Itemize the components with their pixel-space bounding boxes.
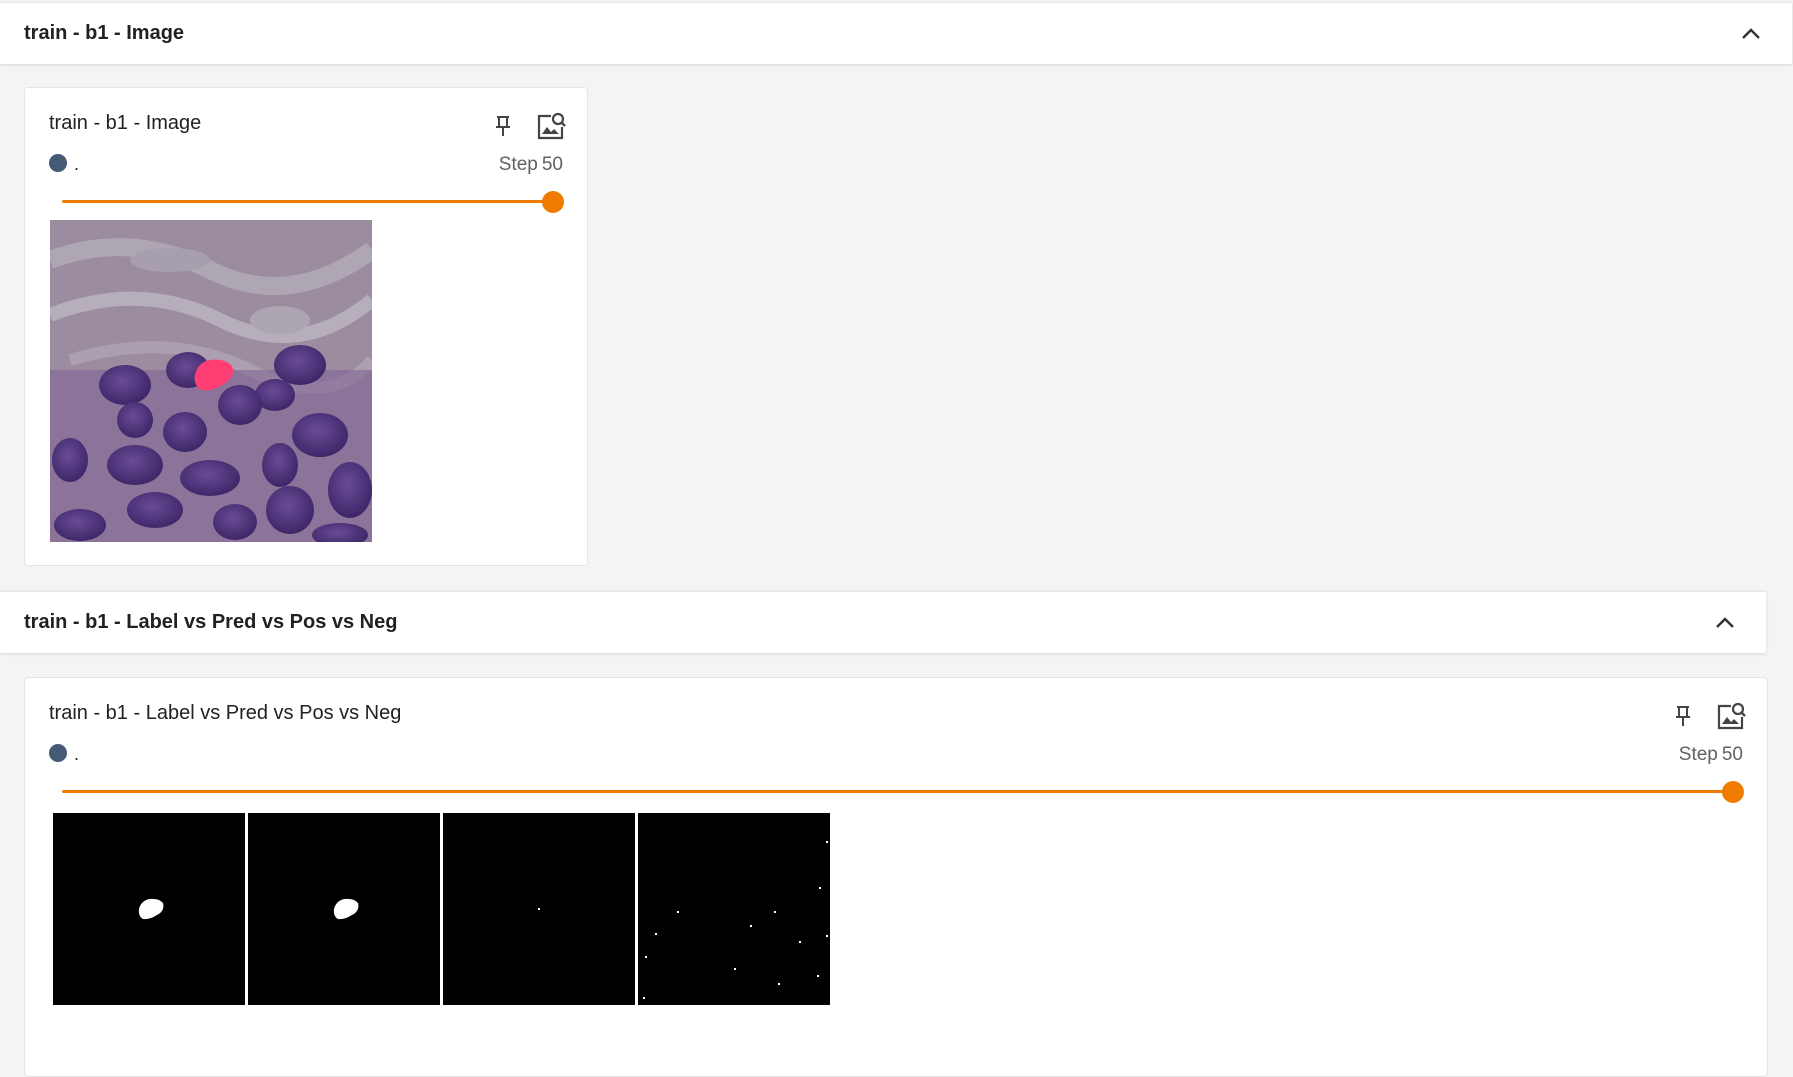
pos-mask [443, 813, 635, 1005]
image-search-icon[interactable] [535, 110, 567, 142]
step-prefix: Step [1678, 744, 1718, 765]
pin-icon[interactable] [1667, 700, 1699, 732]
image-search-icon[interactable] [1715, 700, 1747, 732]
image-card: train - b1 - Image . Step 50 [24, 87, 588, 566]
group-title: train - b1 - Label vs Pred vs Pos vs Neg [24, 611, 398, 633]
step-slider-track[interactable] [62, 790, 1732, 793]
run-name: . [74, 154, 80, 174]
run-color-dot [49, 154, 67, 172]
collapse-chevron-icon[interactable] [1712, 610, 1738, 636]
pin-icon[interactable] [487, 110, 519, 142]
group-header-image[interactable]: train - b1 - Image [0, 2, 1792, 64]
histology-image [50, 220, 372, 542]
pred-mask [248, 813, 440, 1005]
neg-mask [638, 813, 830, 1005]
step-prefix: Step [498, 154, 538, 175]
label-pred-card: train - b1 - Label vs Pred vs Pos vs Neg… [24, 677, 1768, 1077]
card-title: train - b1 - Image [49, 112, 202, 134]
collapse-chevron-icon[interactable] [1738, 21, 1764, 47]
run-name: . [74, 744, 80, 764]
step-value: 50 [541, 154, 563, 175]
run-color-dot [49, 744, 67, 762]
step-value: 50 [1721, 744, 1743, 765]
step-slider-track[interactable] [62, 200, 552, 203]
group-title: train - b1 - Image [24, 22, 185, 44]
card-title: train - b1 - Label vs Pred vs Pos vs Neg [49, 702, 402, 724]
step-label: Step 50 [499, 154, 563, 176]
label-mask [53, 813, 245, 1005]
step-slider-thumb[interactable] [1722, 781, 1744, 803]
step-label: Step 50 [1679, 744, 1743, 766]
group-header-label-vs-pred[interactable]: train - b1 - Label vs Pred vs Pos vs Neg [0, 591, 1766, 653]
step-slider-thumb[interactable] [542, 191, 564, 213]
